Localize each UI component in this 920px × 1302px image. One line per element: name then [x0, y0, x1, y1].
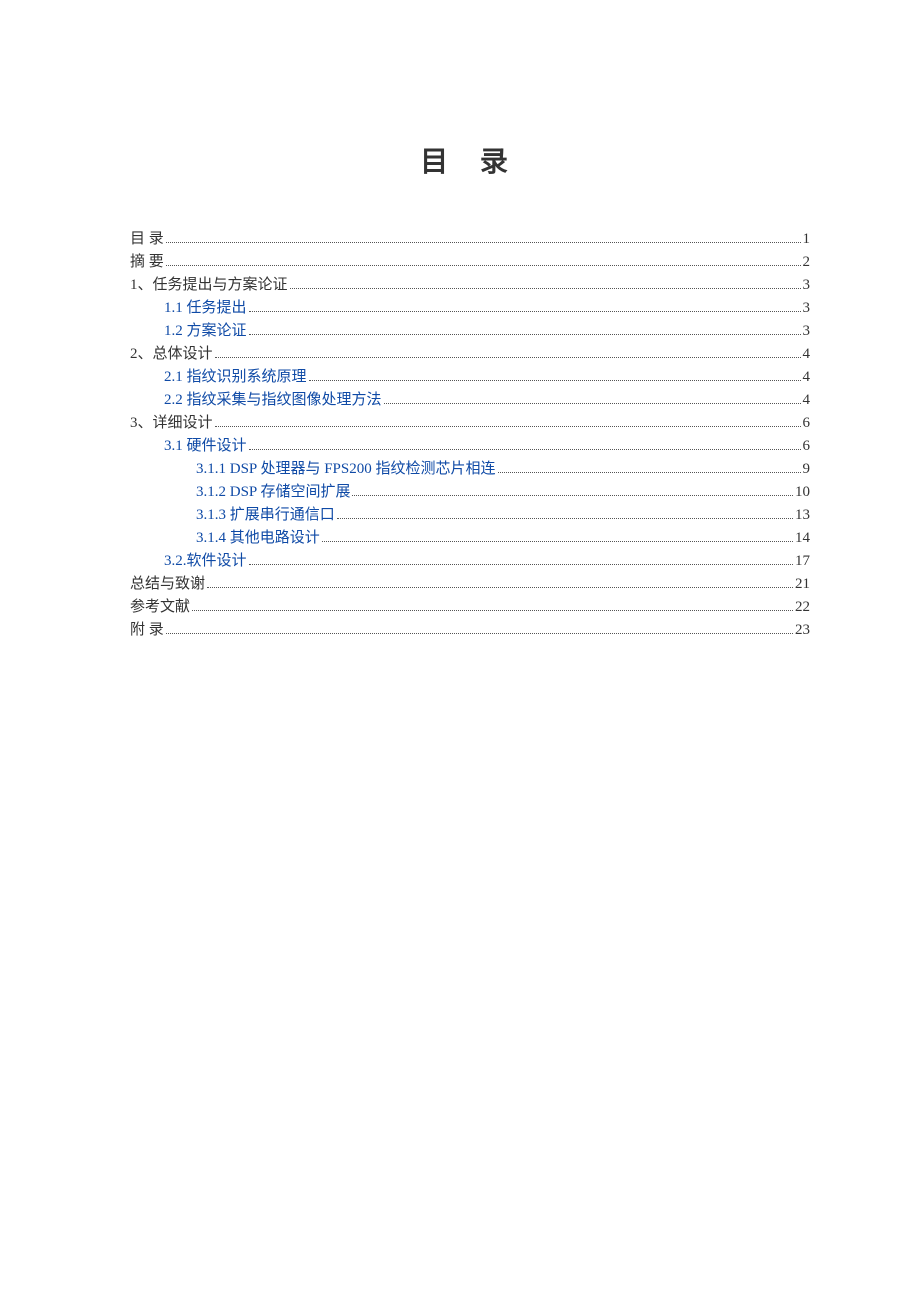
toc-entry: 目 录 1 [130, 232, 810, 247]
toc-entry[interactable]: 2.1 指纹识别系统原理 4 [130, 370, 810, 385]
toc-leader-dots [249, 311, 801, 312]
toc-entry-label[interactable]: 1.1 任务提出 [164, 301, 247, 316]
toc-entry-label: 附 录 [130, 623, 164, 638]
toc-entry[interactable]: 3.1 硬件设计 6 [130, 439, 810, 454]
document-page: 目 录 目 录1摘 要21、任务提出与方案论证31.1 任务提出31.2 方案论… [0, 0, 920, 638]
toc-entry-label[interactable]: 3.2.软件设计 [164, 554, 247, 569]
toc-entry[interactable]: 1.1 任务提出 3 [130, 301, 810, 316]
toc-entry-label[interactable]: 3.1 硬件设计 [164, 439, 247, 454]
toc-leader-dots [166, 265, 801, 266]
toc-entry-label[interactable]: 3.1.2 DSP 存储空间扩展 [196, 485, 350, 500]
toc-leader-dots [290, 288, 801, 289]
toc-leader-dots [309, 380, 801, 381]
toc-entry-page: 3 [803, 324, 811, 339]
table-of-contents: 目 录 1 摘 要 2 1、任务提出与方案论证 3 1.1 任务提出 3 1.2 方案论证 3 2、… [130, 232, 810, 638]
toc-leader-dots [249, 334, 801, 335]
toc-entry-label[interactable]: 2.2 指纹采集与指纹图像处理方法 [164, 393, 382, 408]
toc-entry: 附 录 23 [130, 623, 810, 638]
toc-entry-label: 总结与致谢 [130, 577, 205, 592]
toc-entry-label[interactable]: 2.1 指纹识别系统原理 [164, 370, 307, 385]
toc-leader-dots [207, 587, 793, 588]
toc-entry: 摘 要 2 [130, 255, 810, 270]
toc-entry-label[interactable]: 3.1.3 扩展串行通信口 [196, 508, 335, 523]
toc-entry[interactable]: 1.2 方案论证 3 [130, 324, 810, 339]
toc-entry-label: 2、总体设计 [130, 347, 213, 362]
toc-leader-dots [352, 495, 793, 496]
toc-entry-label[interactable]: 1.2 方案论证 [164, 324, 247, 339]
toc-entry-page: 9 [803, 462, 811, 477]
toc-entry[interactable]: 3.1.3 扩展串行通信口 13 [130, 508, 810, 523]
toc-leader-dots [166, 242, 801, 243]
toc-entry-label: 3、详细设计 [130, 416, 213, 431]
toc-entry: 参考文献 22 [130, 600, 810, 615]
toc-entry[interactable]: 3.2.软件设计 17 [130, 554, 810, 569]
toc-entry: 2、总体设计 4 [130, 347, 810, 362]
toc-entry[interactable]: 3.1.1 DSP 处理器与 FPS200 指纹检测芯片相连 9 [130, 462, 810, 477]
toc-leader-dots [249, 564, 793, 565]
toc-entry-page: 21 [795, 577, 810, 592]
toc-entry-page: 23 [795, 623, 810, 638]
toc-entry: 1、任务提出与方案论证 3 [130, 278, 810, 293]
toc-entry-page: 4 [803, 393, 811, 408]
toc-leader-dots [215, 426, 801, 427]
toc-leader-dots [192, 610, 793, 611]
toc-entry-page: 4 [803, 347, 811, 362]
toc-entry-page: 14 [795, 531, 810, 546]
toc-leader-dots [337, 518, 793, 519]
toc-leader-dots [249, 449, 801, 450]
toc-entry-page: 17 [795, 554, 810, 569]
toc-entry-label[interactable]: 3.1.1 DSP 处理器与 FPS200 指纹检测芯片相连 [196, 462, 496, 477]
toc-entry-page: 4 [803, 370, 811, 385]
toc-leader-dots [384, 403, 801, 404]
toc-entry: 3、详细设计 6 [130, 416, 810, 431]
toc-entry-page: 6 [803, 416, 811, 431]
toc-entry[interactable]: 2.2 指纹采集与指纹图像处理方法 4 [130, 393, 810, 408]
toc-title: 目 录 [130, 140, 810, 180]
toc-entry-label: 1、任务提出与方案论证 [130, 278, 288, 293]
toc-entry-page: 13 [795, 508, 810, 523]
toc-entry-label: 摘 要 [130, 255, 164, 270]
toc-entry-page: 10 [795, 485, 810, 500]
toc-entry[interactable]: 3.1.4 其他电路设计 14 [130, 531, 810, 546]
toc-entry-page: 6 [803, 439, 811, 454]
toc-entry-page: 22 [795, 600, 810, 615]
toc-entry-page: 2 [803, 255, 811, 270]
toc-leader-dots [215, 357, 801, 358]
toc-leader-dots [322, 541, 793, 542]
toc-entry-label: 目 录 [130, 232, 164, 247]
toc-leader-dots [498, 472, 801, 473]
toc-entry[interactable]: 3.1.2 DSP 存储空间扩展 10 [130, 485, 810, 500]
toc-entry: 总结与致谢 21 [130, 577, 810, 592]
toc-leader-dots [166, 633, 793, 634]
toc-entry-page: 3 [803, 278, 811, 293]
toc-entry-page: 3 [803, 301, 811, 316]
toc-entry-label[interactable]: 3.1.4 其他电路设计 [196, 531, 320, 546]
toc-entry-page: 1 [803, 232, 811, 247]
toc-entry-label: 参考文献 [130, 600, 190, 615]
